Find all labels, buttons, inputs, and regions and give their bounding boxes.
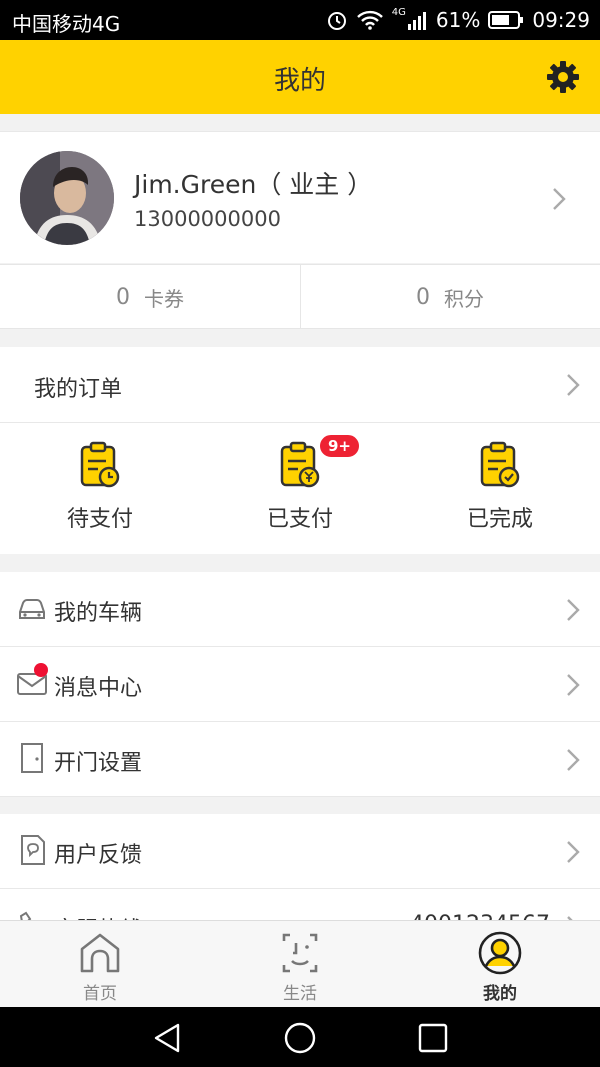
battery-icon [488, 10, 524, 30]
carrier-label: 中国移动4G [12, 12, 121, 36]
chevron-right-icon [566, 373, 580, 401]
my-orders-row[interactable]: 我的订单 [0, 347, 600, 423]
car-icon [16, 592, 48, 624]
settings-gear-icon[interactable] [546, 60, 580, 94]
feedback-icon [16, 834, 48, 866]
profile-card[interactable]: Jim.Green（ 业主 ） 13000000000 [0, 131, 600, 263]
back-icon[interactable] [150, 1021, 184, 1055]
unread-dot [34, 663, 48, 677]
tab-life-label: 生活 [283, 984, 317, 1004]
order-paid[interactable]: 9+ 已支付 [200, 433, 400, 541]
profile-name: Jim.Green（ 业主 ） [134, 170, 373, 199]
chevron-right-icon [566, 598, 580, 626]
bottom-tab-bar: 首页 生活 我的 [0, 920, 600, 1007]
user-icon [478, 931, 522, 975]
title-bar: 我的 [0, 40, 600, 114]
order-paid-label: 已支付 [266, 507, 333, 532]
my-orders-label: 我的订单 [34, 377, 123, 402]
status-icons: 4G 61% 09:29 [326, 7, 590, 32]
menu-user-feedback[interactable]: 用户反馈 [0, 814, 600, 889]
recents-icon[interactable] [416, 1021, 450, 1055]
page-title: 我的 [273, 66, 326, 96]
clock: 09:29 [532, 8, 590, 32]
tab-mine[interactable]: 我的 [400, 921, 600, 1008]
menu-my-vehicles[interactable]: 我的车辆 [0, 572, 600, 647]
clipboard-check-icon [478, 441, 522, 489]
tab-home[interactable]: 首页 [0, 921, 200, 1008]
tab-home-label: 首页 [83, 984, 117, 1004]
chevron-right-icon [552, 187, 566, 215]
clipboard-yen-icon [278, 441, 322, 489]
alarm-icon [326, 9, 348, 31]
points-count: 0 [416, 284, 430, 310]
home-button-icon[interactable] [283, 1021, 317, 1055]
coupon-label: 卡券 [144, 286, 184, 311]
menu-my-vehicles-label: 我的车辆 [54, 601, 143, 626]
order-pending-payment[interactable]: 待支付 [0, 441, 200, 541]
tab-life[interactable]: 生活 [200, 921, 400, 1008]
tab-mine-label: 我的 [483, 984, 517, 1004]
order-paid-badge: 9+ [318, 433, 362, 459]
battery-percent: 61% [435, 8, 481, 32]
clipboard-clock-icon [78, 441, 122, 489]
stats-bar: 0 卡券 0 积分 [0, 264, 600, 329]
order-completed-label: 已完成 [466, 507, 533, 532]
chevron-right-icon [566, 748, 580, 776]
orders-section: 我的订单 待支付 9+ 已支付 已完成 [0, 347, 600, 554]
chevron-right-icon [566, 840, 580, 868]
status-bar: 中国移动4G 4G 61% 09:29 [0, 0, 600, 40]
system-nav-bar [0, 1007, 600, 1067]
menu-message-center[interactable]: 消息中心 [0, 647, 600, 722]
menu-message-center-label: 消息中心 [54, 676, 143, 701]
door-icon [16, 742, 48, 774]
coupon-stat[interactable]: 0 卡券 [0, 265, 300, 329]
profile-phone: 13000000000 [134, 207, 281, 231]
home-icon [78, 931, 122, 975]
menu-user-feedback-label: 用户反馈 [54, 843, 143, 868]
menu-door-settings-label: 开门设置 [54, 751, 143, 776]
points-stat[interactable]: 0 积分 [300, 265, 600, 329]
face-icon [278, 931, 322, 975]
chevron-right-icon [566, 673, 580, 701]
order-completed[interactable]: 已完成 [400, 441, 600, 541]
wifi-icon [356, 10, 384, 30]
order-pending-label: 待支付 [66, 507, 133, 532]
signal-icon: 4G [392, 7, 428, 30]
points-label: 积分 [444, 286, 484, 311]
coupon-count: 0 [116, 284, 130, 310]
avatar[interactable] [20, 151, 114, 245]
menu-door-settings[interactable]: 开门设置 [0, 722, 600, 797]
